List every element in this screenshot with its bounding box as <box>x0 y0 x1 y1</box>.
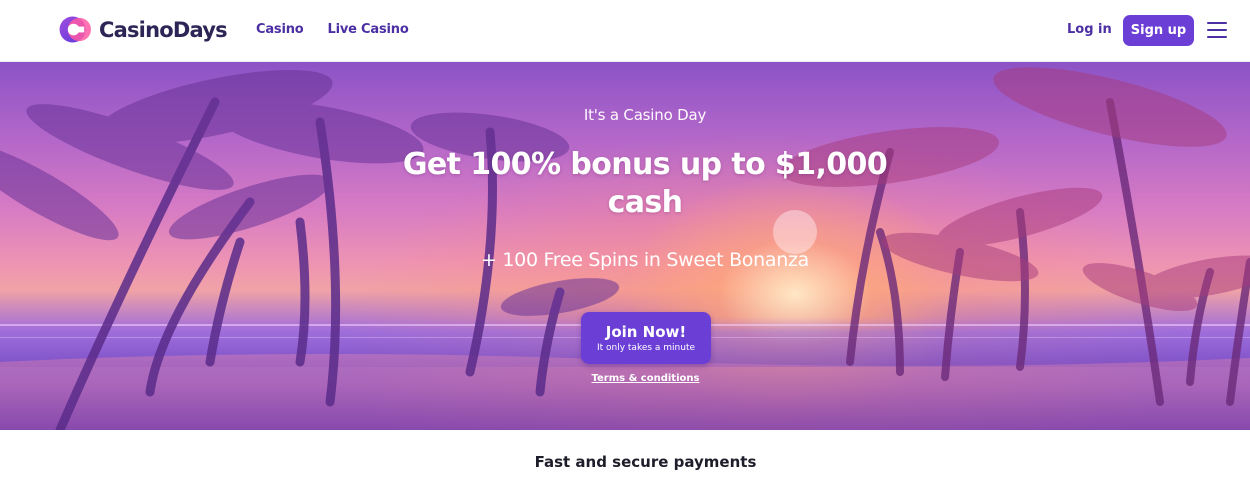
brand-name: CasinoDays <box>99 17 228 42</box>
casino-days-logo-icon <box>59 16 91 43</box>
login-link[interactable]: Log in <box>1067 22 1112 37</box>
signup-button[interactable]: Sign up <box>1123 15 1194 46</box>
join-now-label: Join Now! <box>605 323 687 341</box>
join-now-sublabel: It only takes a minute <box>596 343 696 353</box>
hamburger-menu-icon[interactable] <box>1207 22 1227 38</box>
nav-live-casino[interactable]: Live Casino <box>328 22 409 37</box>
hero-banner: It's a Casino Day Get 100% bonus up to $… <box>0 62 1250 430</box>
hero-kicker: It's a Casino Day <box>583 106 707 124</box>
join-now-button[interactable]: Join Now! It only takes a minute <box>581 312 711 364</box>
section-title-payments: Fast and secure payments <box>534 453 757 471</box>
terms-link[interactable]: Terms & conditions <box>0 373 1250 384</box>
nav-casino[interactable]: Casino <box>256 22 304 37</box>
hero-subheadline: + 100 Free Spins in Sweet Bonanza <box>481 249 809 271</box>
brand-logo[interactable]: CasinoDays <box>58 15 228 44</box>
primary-nav: Casino Live Casino <box>256 22 409 37</box>
hero-headline: Get 100% bonus up to $1,000 cash <box>402 147 888 220</box>
site-header: CasinoDays Casino Live Casino Log in Sig… <box>0 0 1250 62</box>
